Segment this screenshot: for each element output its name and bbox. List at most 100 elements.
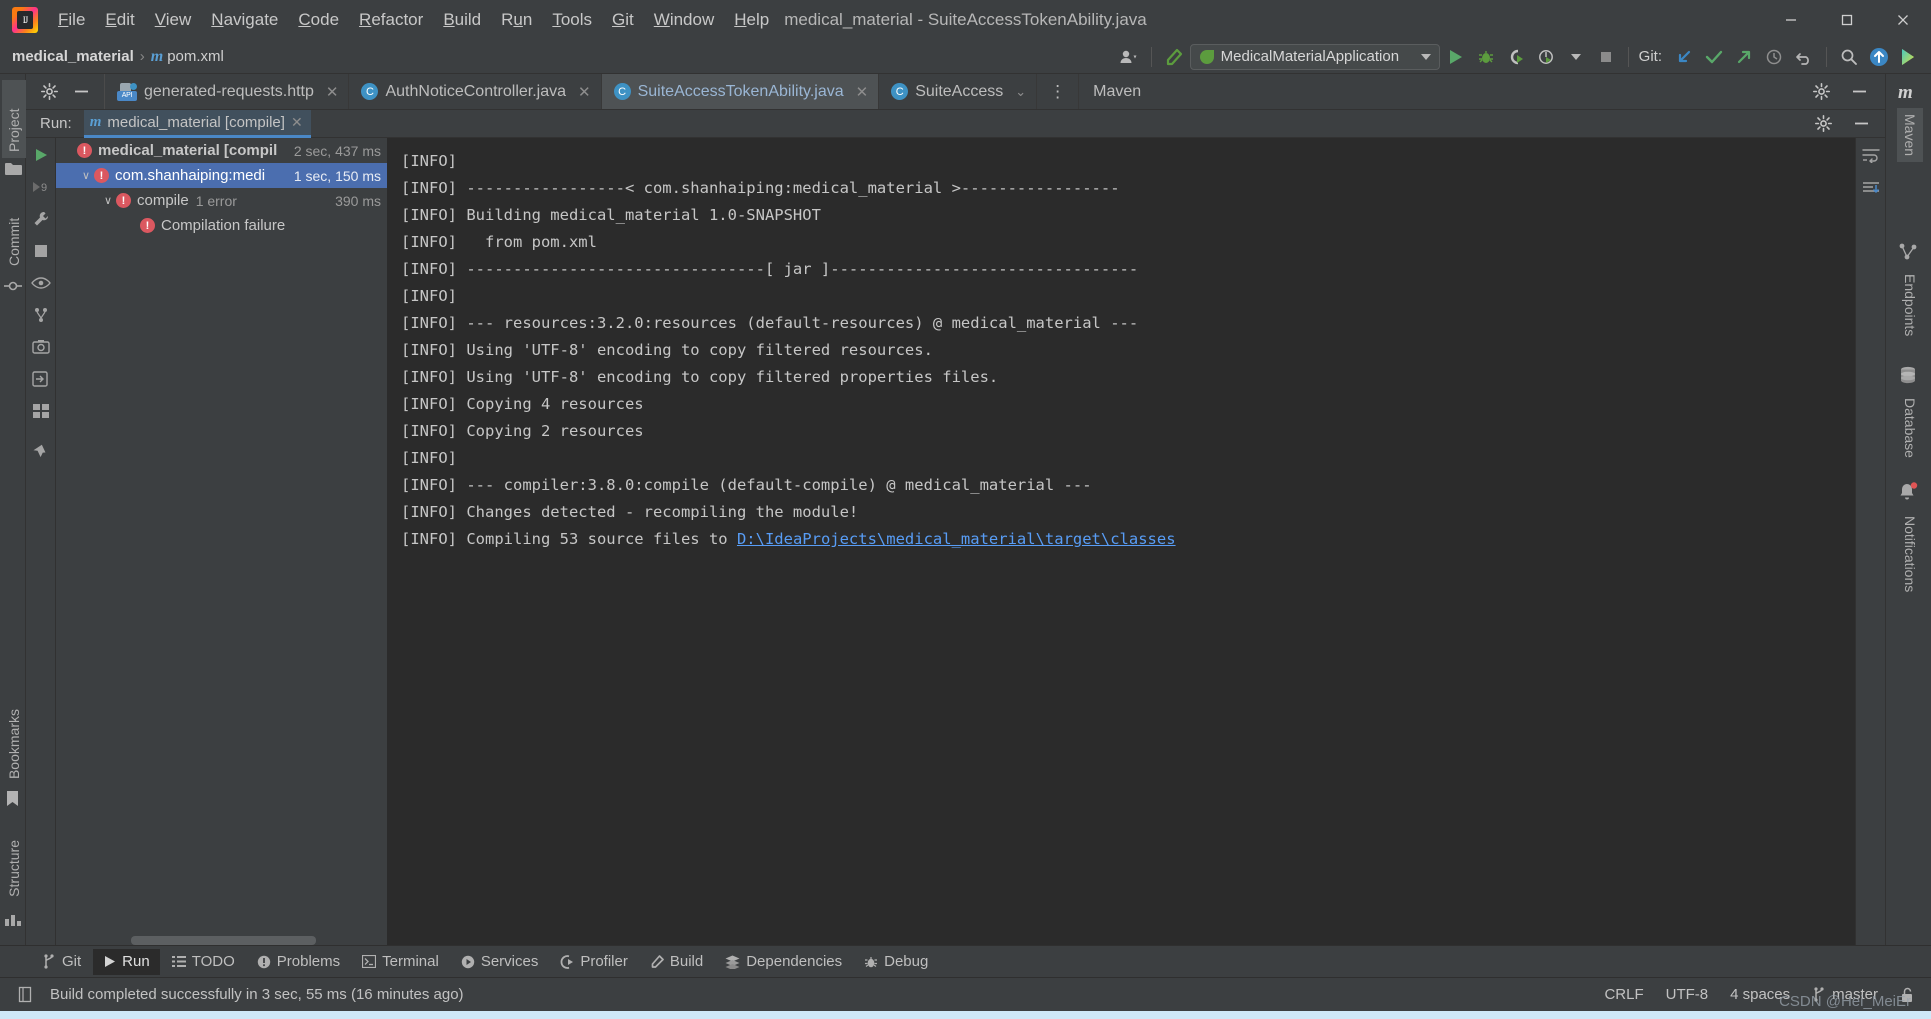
tree-row-root[interactable]: ! medical_material [compil 2 sec, 437 ms <box>56 138 387 163</box>
run-configuration-selector[interactable]: MedicalMaterialApplication <box>1189 43 1440 70</box>
pin-icon[interactable] <box>30 442 52 464</box>
close-icon[interactable]: ✕ <box>291 114 303 131</box>
git-commit-icon[interactable] <box>1700 44 1728 70</box>
hide-panel-icon[interactable] <box>1847 111 1875 137</box>
center-column: API generated-requests.http ✕ C AuthNoti… <box>26 74 1885 945</box>
tool-window-debug[interactable]: Debug <box>854 949 938 975</box>
output-path-link[interactable]: D:\IdeaProjects\medical_material\target\… <box>737 530 1176 548</box>
tree-expander[interactable]: ∨ <box>100 194 116 207</box>
tool-window-profiler[interactable]: Profiler <box>550 949 638 975</box>
user-account-icon[interactable] <box>1115 44 1143 70</box>
maximize-button[interactable] <box>1819 0 1875 40</box>
run-session-tab[interactable]: m medical_material [compile] ✕ <box>83 109 311 138</box>
sidebar-item-project[interactable]: Project <box>2 80 26 158</box>
soft-wrap-icon[interactable] <box>1860 144 1882 166</box>
menu-help[interactable]: Help <box>724 0 779 40</box>
tree-row-compilation-failure[interactable]: ! Compilation failure <box>56 213 387 238</box>
scroll-to-end-icon[interactable] <box>1860 178 1882 200</box>
editor-tab-suite-access-token-ability[interactable]: C SuiteAccessTokenAbility.java ✕ <box>601 74 880 109</box>
menu-run[interactable]: Run <box>491 0 542 40</box>
tree-horizontal-scrollbar[interactable] <box>131 936 316 945</box>
chevron-down-icon[interactable]: ⌄ <box>1010 84 1026 100</box>
sidebar-item-structure[interactable]: Structure <box>2 834 26 903</box>
tree-row-compile[interactable]: ∨ ! compile 1 error 390 ms <box>56 188 387 213</box>
run-with-coverage-button[interactable] <box>1502 44 1530 70</box>
sidebar-item-notifications[interactable]: Notifications <box>1897 510 1923 598</box>
stop-button[interactable] <box>1592 44 1620 70</box>
sidebar-item-database[interactable]: Database <box>1897 392 1923 464</box>
tool-window-problems[interactable]: Problems <box>247 949 350 975</box>
breadcrumb-project[interactable]: medical_material <box>12 48 134 65</box>
screenshot-icon[interactable] <box>30 336 52 358</box>
app-plugin-icon[interactable] <box>1895 44 1923 70</box>
menu-tools[interactable]: Tools <box>542 0 602 40</box>
tool-window-dependencies[interactable]: Dependencies <box>715 949 852 975</box>
run-button[interactable] <box>1442 44 1470 70</box>
git-push-icon[interactable] <box>1730 44 1758 70</box>
layout-icon[interactable] <box>30 400 52 422</box>
menu-git[interactable]: Git <box>602 0 644 40</box>
hide-panel-icon[interactable] <box>67 79 95 105</box>
sidebar-item-bookmarks[interactable]: Bookmarks <box>2 703 26 785</box>
editor-tab-suite-access[interactable]: C SuiteAccess ⌄ <box>879 74 1038 109</box>
sidebar-item-commit[interactable]: Commit <box>2 192 26 272</box>
eye-icon[interactable] <box>30 272 52 294</box>
line-separator-indicator[interactable]: CRLF <box>1604 986 1643 1003</box>
undo-icon[interactable] <box>1790 44 1818 70</box>
chevron-down-icon[interactable] <box>1420 53 1431 60</box>
menu-edit[interactable]: Edit <box>95 0 144 40</box>
gear-icon[interactable] <box>1807 79 1835 105</box>
editor-tab-generated-requests[interactable]: API generated-requests.http ✕ <box>105 74 350 109</box>
tree-row-module[interactable]: ∨ ! com.shanhaiping:medi 1 sec, 150 ms <box>56 163 387 188</box>
close-icon[interactable]: ✕ <box>321 83 339 101</box>
menu-refactor[interactable]: Refactor <box>349 0 433 40</box>
chevron-down-icon[interactable] <box>1562 44 1590 70</box>
git-update-project-icon[interactable] <box>1670 44 1698 70</box>
hide-panel-icon[interactable] <box>1845 79 1873 105</box>
close-icon[interactable]: ✕ <box>573 83 591 101</box>
breadcrumb-file[interactable]: pom.xml <box>167 48 224 65</box>
tool-window-terminal[interactable]: Terminal <box>352 949 449 975</box>
menu-window[interactable]: Window <box>644 0 724 40</box>
sidebar-item-maven[interactable]: Maven <box>1897 108 1923 163</box>
editor-tab-auth-notice-controller[interactable]: C AuthNoticeController.java ✕ <box>349 74 602 109</box>
menu-file[interactable]: File <box>48 0 95 40</box>
skip-failed-tests-icon[interactable]: 9 <box>30 176 52 198</box>
stop-button[interactable] <box>30 240 52 262</box>
close-button[interactable] <box>1875 0 1931 40</box>
build-console-output[interactable]: [INFO] [INFO] -----------------< com.sha… <box>389 138 1855 945</box>
debug-button[interactable] <box>1472 44 1500 70</box>
profiler-button[interactable] <box>1532 44 1560 70</box>
gear-icon[interactable] <box>1809 111 1837 137</box>
breadcrumb[interactable]: medical_material › m pom.xml <box>0 48 224 66</box>
tool-window-build[interactable]: Build <box>640 949 713 975</box>
menu-view[interactable]: View <box>145 0 202 40</box>
menu-bar[interactable]: File Edit View Navigate Code Refactor Bu… <box>48 0 779 40</box>
menu-navigate[interactable]: Navigate <box>201 0 288 40</box>
gear-icon[interactable] <box>35 79 63 105</box>
tree-expander[interactable]: ∨ <box>78 169 94 182</box>
menu-build[interactable]: Build <box>433 0 491 40</box>
tool-window-services[interactable]: Services <box>451 949 549 975</box>
error-icon: ! <box>94 168 109 183</box>
update-available-icon[interactable] <box>1865 44 1893 70</box>
build-hammer-icon[interactable] <box>1160 44 1188 70</box>
editor-tabs-more-button[interactable]: ⋮ <box>1037 74 1080 109</box>
close-icon[interactable]: ✕ <box>851 83 869 101</box>
menu-code[interactable]: Code <box>288 0 349 40</box>
wrench-icon[interactable] <box>30 208 52 230</box>
search-icon[interactable] <box>1835 44 1863 70</box>
encoding-indicator[interactable]: UTF-8 <box>1666 986 1709 1003</box>
sidebar-item-endpoints[interactable]: Endpoints <box>1897 268 1923 342</box>
tool-window-git[interactable]: Git <box>32 949 91 975</box>
git-history-icon[interactable] <box>1760 44 1788 70</box>
filter-tests-icon[interactable] <box>30 304 52 326</box>
rerun-button[interactable] <box>30 144 52 166</box>
minimize-button[interactable] <box>1763 0 1819 40</box>
build-tree[interactable]: ! medical_material [compil 2 sec, 437 ms… <box>56 138 389 945</box>
export-icon[interactable] <box>30 368 52 390</box>
maven-tool-tab[interactable]: Maven <box>1079 74 1155 109</box>
tool-window-run[interactable]: Run <box>93 948 160 975</box>
tool-window-todo[interactable]: TODO <box>162 949 245 975</box>
memory-indicator-icon[interactable] <box>18 986 35 1003</box>
